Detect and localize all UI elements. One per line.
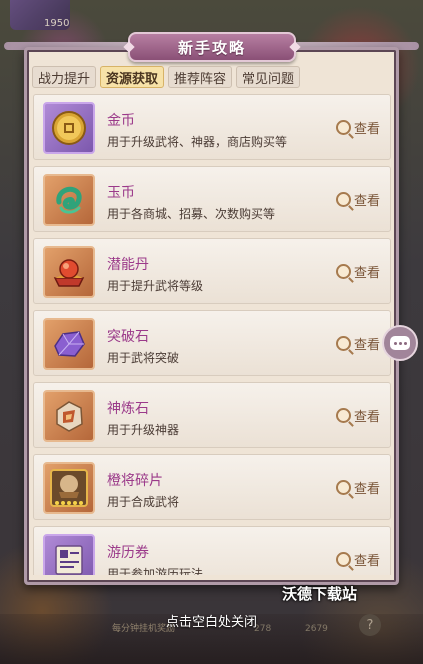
magnifier-icon xyxy=(335,120,351,135)
item-description: 用于参加游历玩法 xyxy=(107,567,204,575)
item-name: 玉币 xyxy=(107,185,135,201)
tab-power-up[interactable]: 战力提升 xyxy=(32,66,97,88)
chat-button[interactable] xyxy=(382,325,418,361)
list-item: 神炼石 用于升级神器 查看 xyxy=(33,382,391,448)
travel-ticket-icon xyxy=(43,534,95,575)
panel-title-plate: 新手攻略 xyxy=(128,32,296,62)
item-name: 游历券 xyxy=(107,545,149,561)
list-item: 突破石 用于武将突破 查看 xyxy=(33,310,391,376)
item-name: 橙将碎片 xyxy=(107,473,163,489)
view-button[interactable]: 查看 xyxy=(335,550,380,569)
view-button-label: 查看 xyxy=(353,266,380,281)
item-name: 突破石 xyxy=(107,329,149,345)
magnifier-icon xyxy=(335,480,351,495)
tab-bar: 战力提升 资源获取 推荐阵容 常见问题 xyxy=(32,66,301,88)
view-button[interactable]: 查看 xyxy=(335,478,380,497)
item-description: 用于升级武将、神器，商店购买等 xyxy=(107,135,288,149)
watermark: 沃德下载站 xyxy=(282,585,358,603)
background-card-number: 1950 xyxy=(44,18,70,29)
view-button[interactable]: 查看 xyxy=(335,262,380,281)
view-button[interactable]: 查看 xyxy=(335,334,380,353)
view-button-label: 查看 xyxy=(353,554,380,569)
resource-list[interactable]: 金币 用于升级武将、神器，商店购买等 查看 玉币 用于各商城、招募、次数购买等 … xyxy=(33,94,391,575)
divine-stone-icon xyxy=(43,390,95,442)
close-hint[interactable]: 点击空白处关闭 xyxy=(0,611,423,630)
magnifier-icon xyxy=(335,264,351,279)
tab-resources[interactable]: 资源获取 xyxy=(100,66,165,88)
item-name: 潜能丹 xyxy=(107,257,149,273)
jade-coin-icon xyxy=(43,174,95,226)
item-description: 用于提升武将等级 xyxy=(107,279,204,293)
list-item: 橙将碎片 用于合成武将 查看 xyxy=(33,454,391,520)
item-description: 用于升级神器 xyxy=(107,423,180,437)
view-button-label: 查看 xyxy=(353,122,380,137)
list-item: 金币 用于升级武将、神器，商店购买等 查看 xyxy=(33,94,391,160)
magnifier-icon xyxy=(335,336,351,351)
panel-title: 新手攻略 xyxy=(177,38,246,57)
magnifier-icon xyxy=(335,408,351,423)
view-button[interactable]: 查看 xyxy=(335,118,380,137)
hero-shard-icon xyxy=(43,462,95,514)
item-description: 用于各商城、招募、次数购买等 xyxy=(107,207,276,221)
item-name: 金币 xyxy=(107,113,135,129)
item-description: 用于合成武将 xyxy=(107,495,180,509)
magnifier-icon xyxy=(335,192,351,207)
potential-pill-icon xyxy=(43,246,95,298)
tab-faq[interactable]: 常见问题 xyxy=(236,66,301,88)
list-item: 游历券 用于参加游历玩法 查看 xyxy=(33,526,391,575)
view-button-label: 查看 xyxy=(353,410,380,425)
view-button-label: 查看 xyxy=(353,194,380,209)
view-button[interactable]: 查看 xyxy=(335,406,380,425)
view-button[interactable]: 查看 xyxy=(335,190,380,209)
magnifier-icon xyxy=(335,552,351,567)
item-name: 神炼石 xyxy=(107,401,149,417)
item-description: 用于武将突破 xyxy=(107,351,180,365)
tab-recommended-lineup[interactable]: 推荐阵容 xyxy=(168,66,233,88)
view-button-label: 查看 xyxy=(353,482,380,497)
list-item: 潜能丹 用于提升武将等级 查看 xyxy=(33,238,391,304)
view-button-label: 查看 xyxy=(353,338,380,353)
list-item: 玉币 用于各商城、招募、次数购买等 查看 xyxy=(33,166,391,232)
chat-icon xyxy=(390,336,410,350)
gold-coin-icon xyxy=(43,102,95,154)
breakthrough-stone-icon xyxy=(43,318,95,370)
